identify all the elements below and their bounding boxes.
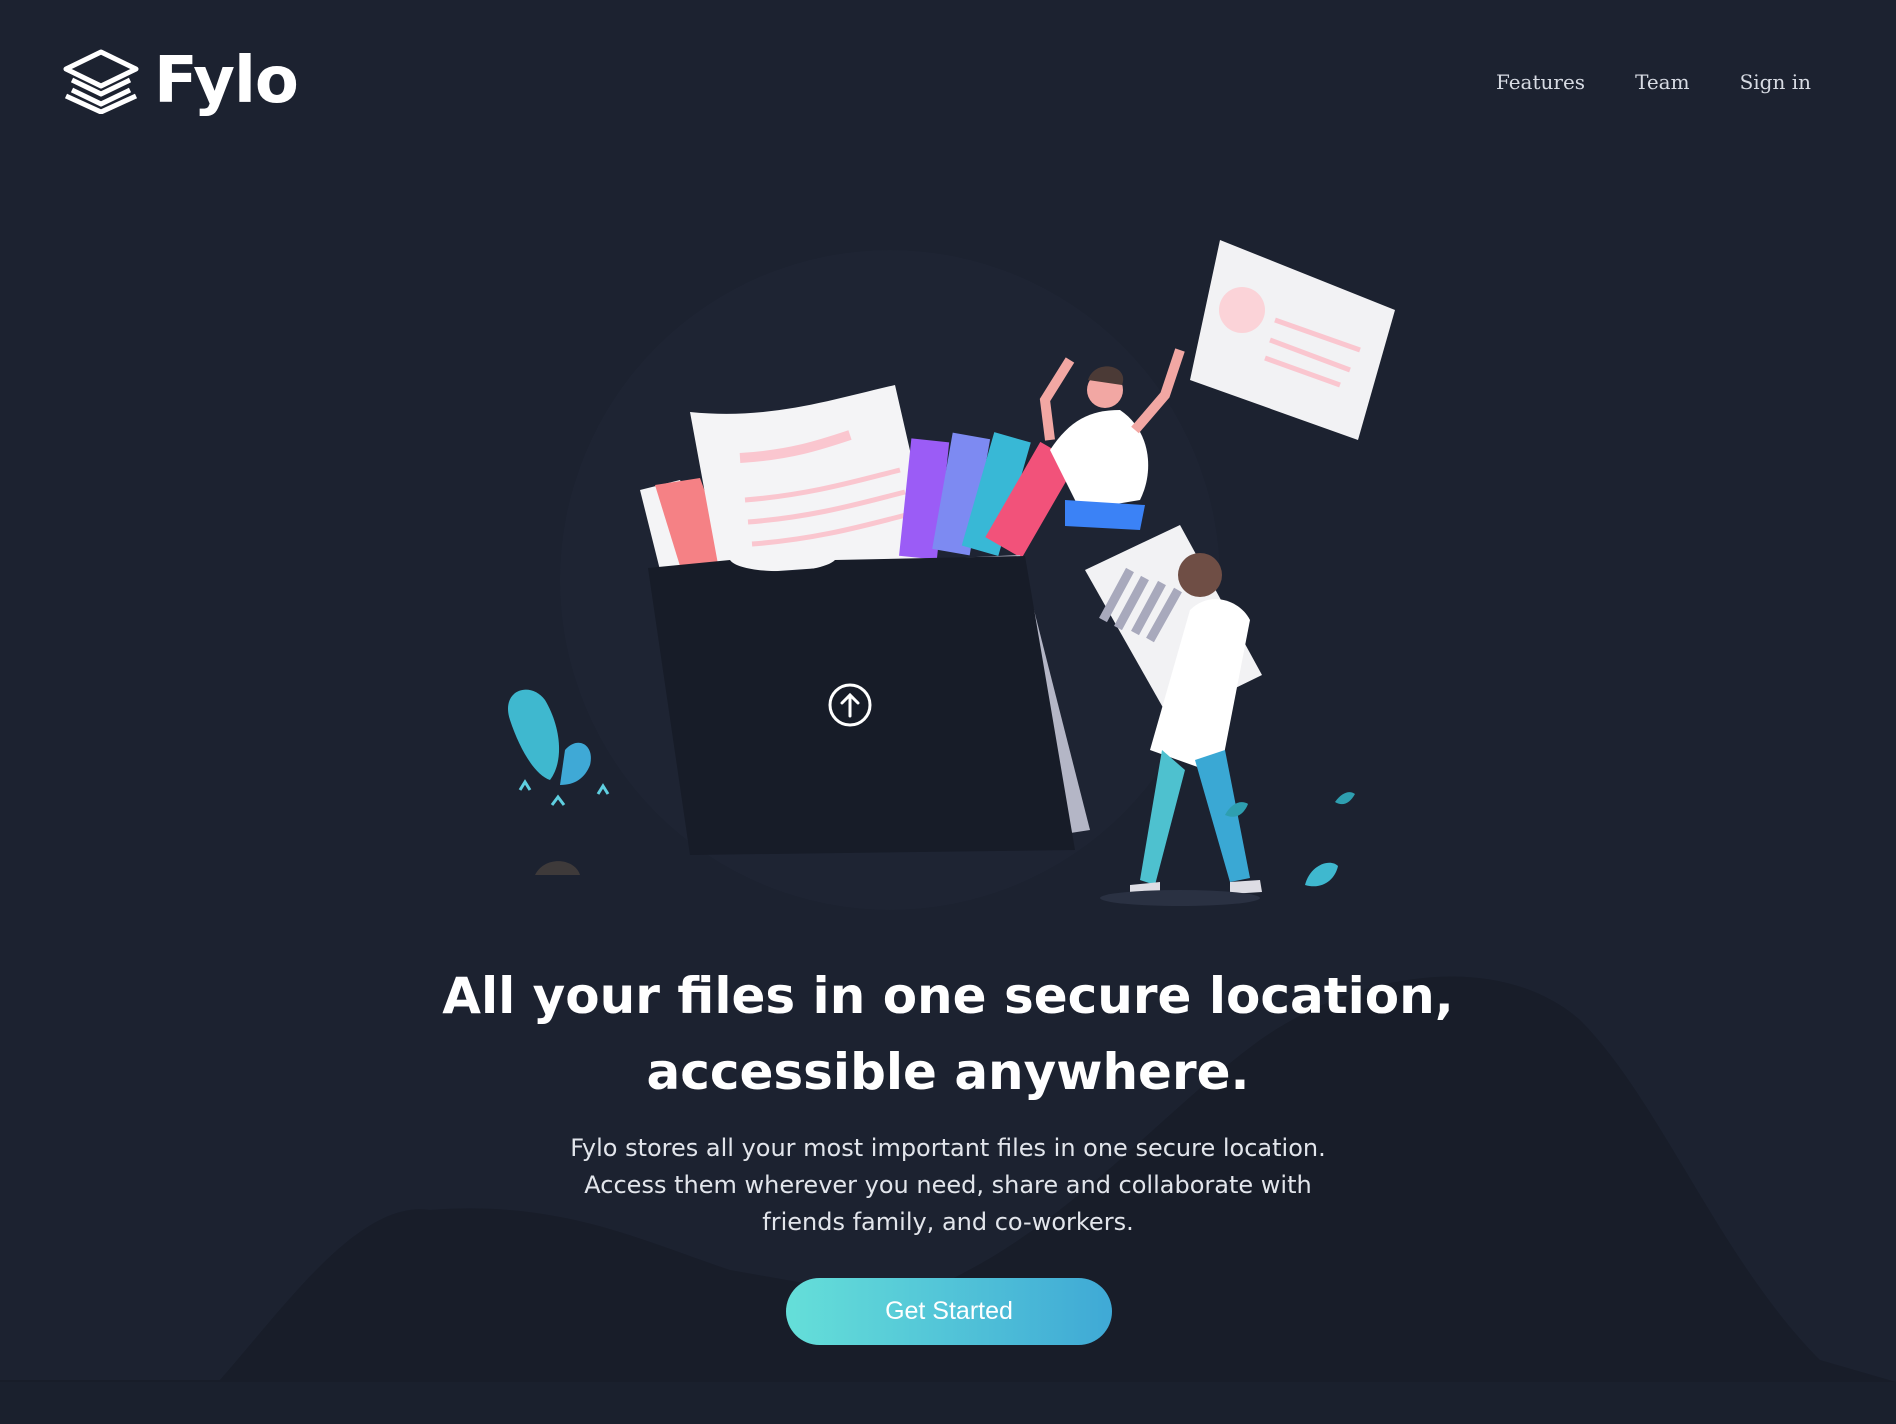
logo[interactable]: Fylo xyxy=(62,44,299,118)
footer-band xyxy=(0,1382,1896,1424)
logo-text: Fylo xyxy=(154,44,299,118)
hero-description: Fylo stores all your most important file… xyxy=(570,1134,1326,1236)
nav-link-sign-in[interactable]: Sign in xyxy=(1740,70,1811,94)
nav-link-features[interactable]: Features xyxy=(1496,70,1585,94)
hero-illustration xyxy=(508,240,1395,910)
logo-layers-icon xyxy=(63,49,139,114)
hero-title: All your files in one secure location, a… xyxy=(442,967,1454,1101)
nav-link-team[interactable]: Team xyxy=(1635,70,1690,94)
main-nav: Features Team Sign in xyxy=(1496,70,1811,94)
site-header: Fylo Features Team Sign in xyxy=(0,0,1896,170)
get-started-button[interactable]: Get Started xyxy=(786,1278,1112,1345)
